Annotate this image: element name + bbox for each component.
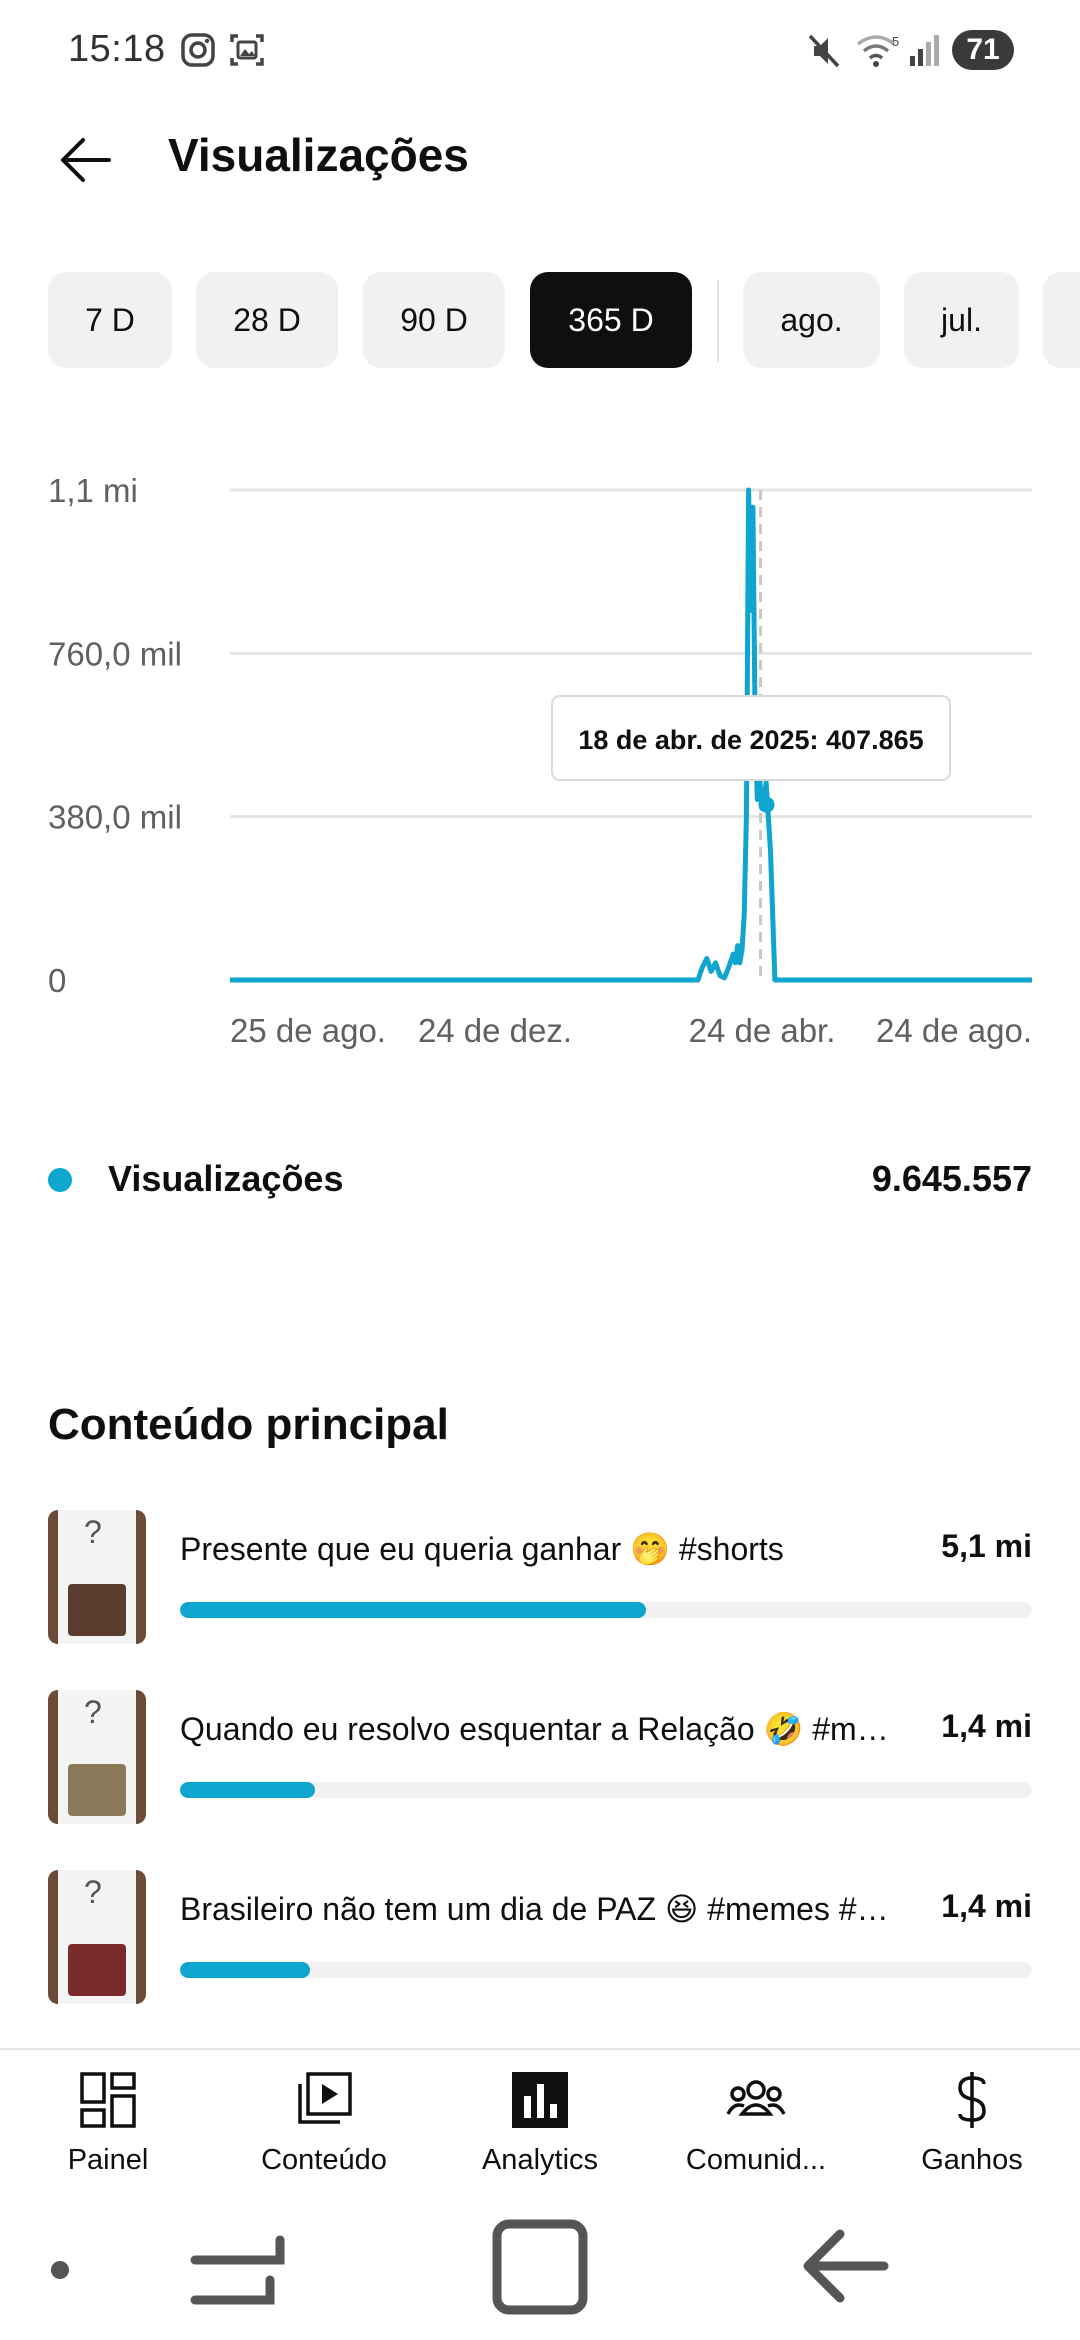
y-tick-label: 380,0 mil bbox=[48, 799, 182, 836]
app-header: Visualizações bbox=[0, 110, 1080, 240]
chart-legend: Visualizações 9.645.557 bbox=[48, 1150, 1032, 1210]
tooltip-marker bbox=[758, 796, 775, 813]
community-icon bbox=[726, 2080, 786, 2116]
chip-aug[interactable]: ago. bbox=[743, 272, 880, 368]
system-nav-icons bbox=[51, 2219, 889, 2315]
chip-divider bbox=[717, 280, 719, 362]
thumb-image bbox=[68, 1584, 126, 1636]
signal-icon bbox=[906, 32, 942, 73]
nav-label: Conteúdo bbox=[261, 2144, 387, 2176]
video-thumbnail: ? bbox=[48, 1690, 146, 1824]
views-bar-track bbox=[180, 1602, 1032, 1618]
wifi-icon: 5 bbox=[856, 32, 902, 75]
views-chart[interactable]: 1,1 mi 760,0 mil 380,0 mil 0 25 de ago. 24 de… bbox=[0, 440, 1080, 1080]
content-title: Quando eu resolvo esquentar a Relação 🤣 … bbox=[180, 1711, 900, 1747]
legend-dot bbox=[48, 1168, 72, 1192]
back-button[interactable] bbox=[52, 120, 118, 200]
analytics-icon bbox=[512, 2072, 568, 2128]
bottom-navigation: Painel Conteúdo Analytics Comunid... Gan… bbox=[0, 2048, 1080, 2208]
x-tick-label: 24 de dez. bbox=[418, 1012, 572, 1049]
chip-more[interactable] bbox=[1043, 272, 1080, 368]
dot-icon bbox=[51, 2261, 69, 2279]
x-tick-label: 25 de ago. bbox=[230, 1012, 386, 1049]
status-bar: 15:18 5 71 bbox=[0, 0, 1080, 100]
mute-icon bbox=[806, 32, 842, 75]
content-views: 1,4 mi bbox=[941, 1888, 1032, 1924]
arrow-left-icon bbox=[61, 138, 111, 182]
content-views: 1,4 mi bbox=[941, 1708, 1032, 1744]
content-item[interactable]: ? Presente que eu queria ganhar 🤭 #short… bbox=[48, 1510, 1032, 1644]
screenshot-icon bbox=[228, 32, 266, 73]
y-tick-label: 760,0 mil bbox=[48, 635, 182, 672]
chip-365d[interactable]: 365 D bbox=[530, 272, 692, 368]
content-title: Presente que eu queria ganhar 🤭 #shorts bbox=[180, 1531, 784, 1567]
nav-label: Analytics bbox=[481, 2144, 599, 2176]
nav-label: Comunid... bbox=[685, 2144, 827, 2176]
page-title: Visualizações bbox=[168, 129, 469, 181]
back-nav-icon[interactable] bbox=[803, 2229, 889, 2303]
views-bar-track bbox=[180, 1962, 1032, 1978]
period-chips: 7 D 28 D 90 D 365 D ago. jul. bbox=[48, 272, 1080, 368]
video-thumbnail: ? bbox=[48, 1510, 146, 1644]
nav-item-dashboard[interactable]: Painel bbox=[0, 2050, 216, 2210]
video-thumbnail: ? bbox=[48, 1870, 146, 2004]
chart-svg: 1,1 mi 760,0 mil 380,0 mil 0 25 de ago. 24 de… bbox=[48, 472, 1032, 1049]
chip-28d[interactable]: 28 D bbox=[196, 272, 338, 368]
legend-total-value: 9.645.557 bbox=[871, 1158, 1032, 1199]
nav-item-analytics[interactable]: Analytics bbox=[432, 2050, 648, 2210]
nav-label: Ganhos bbox=[921, 2144, 1023, 2176]
x-tick-label: 24 de ago. bbox=[876, 1012, 1032, 1049]
x-tick-label: 24 de abr. bbox=[689, 1012, 836, 1049]
views-bar-fill bbox=[180, 1962, 310, 1978]
chip-jul[interactable]: jul. bbox=[904, 272, 1019, 368]
y-tick-label: 1,1 mi bbox=[48, 472, 138, 509]
recents-icon[interactable] bbox=[190, 2235, 285, 2305]
svg-text:5: 5 bbox=[892, 34, 899, 49]
battery-indicator: 71 bbox=[952, 30, 1014, 70]
dashboard-icon bbox=[80, 2072, 136, 2128]
views-bar-fill bbox=[180, 1602, 647, 1618]
nav-label: Painel bbox=[67, 2144, 149, 2176]
y-tick-label: 0 bbox=[48, 962, 66, 999]
content-item[interactable]: ? Quando eu resolvo esquentar a Relação … bbox=[48, 1690, 1032, 1824]
content-item[interactable]: ? Brasileiro não tem um dia de PAZ 😆 #me… bbox=[48, 1870, 1032, 2004]
status-time: 15:18 bbox=[68, 28, 166, 70]
legend-label: Visualizações bbox=[108, 1158, 344, 1199]
content-icon bbox=[298, 2072, 352, 2124]
section-title-top-content: Conteúdo principal bbox=[48, 1400, 449, 1449]
views-bar-track bbox=[180, 1782, 1032, 1798]
views-bar-fill bbox=[180, 1782, 315, 1798]
dollar-icon bbox=[958, 2072, 986, 2128]
content-views: 5,1 mi bbox=[941, 1528, 1032, 1564]
chip-7d[interactable]: 7 D bbox=[48, 272, 172, 368]
tooltip-text: 18 de abr. de 2025: 407.865 bbox=[578, 725, 923, 755]
thumb-image bbox=[68, 1764, 126, 1816]
nav-item-community[interactable]: Comunid... bbox=[648, 2050, 864, 2210]
thumb-image bbox=[68, 1944, 126, 1996]
home-icon[interactable] bbox=[492, 2219, 588, 2315]
chip-90d[interactable]: 90 D bbox=[363, 272, 505, 368]
nav-item-content[interactable]: Conteúdo bbox=[216, 2050, 432, 2210]
nav-item-earnings[interactable]: Ganhos bbox=[864, 2050, 1080, 2210]
instagram-icon bbox=[180, 32, 216, 73]
system-navigation-bar bbox=[0, 2210, 1080, 2340]
content-title: Brasileiro não tem um dia de PAZ 😆 #meme… bbox=[180, 1891, 900, 1927]
